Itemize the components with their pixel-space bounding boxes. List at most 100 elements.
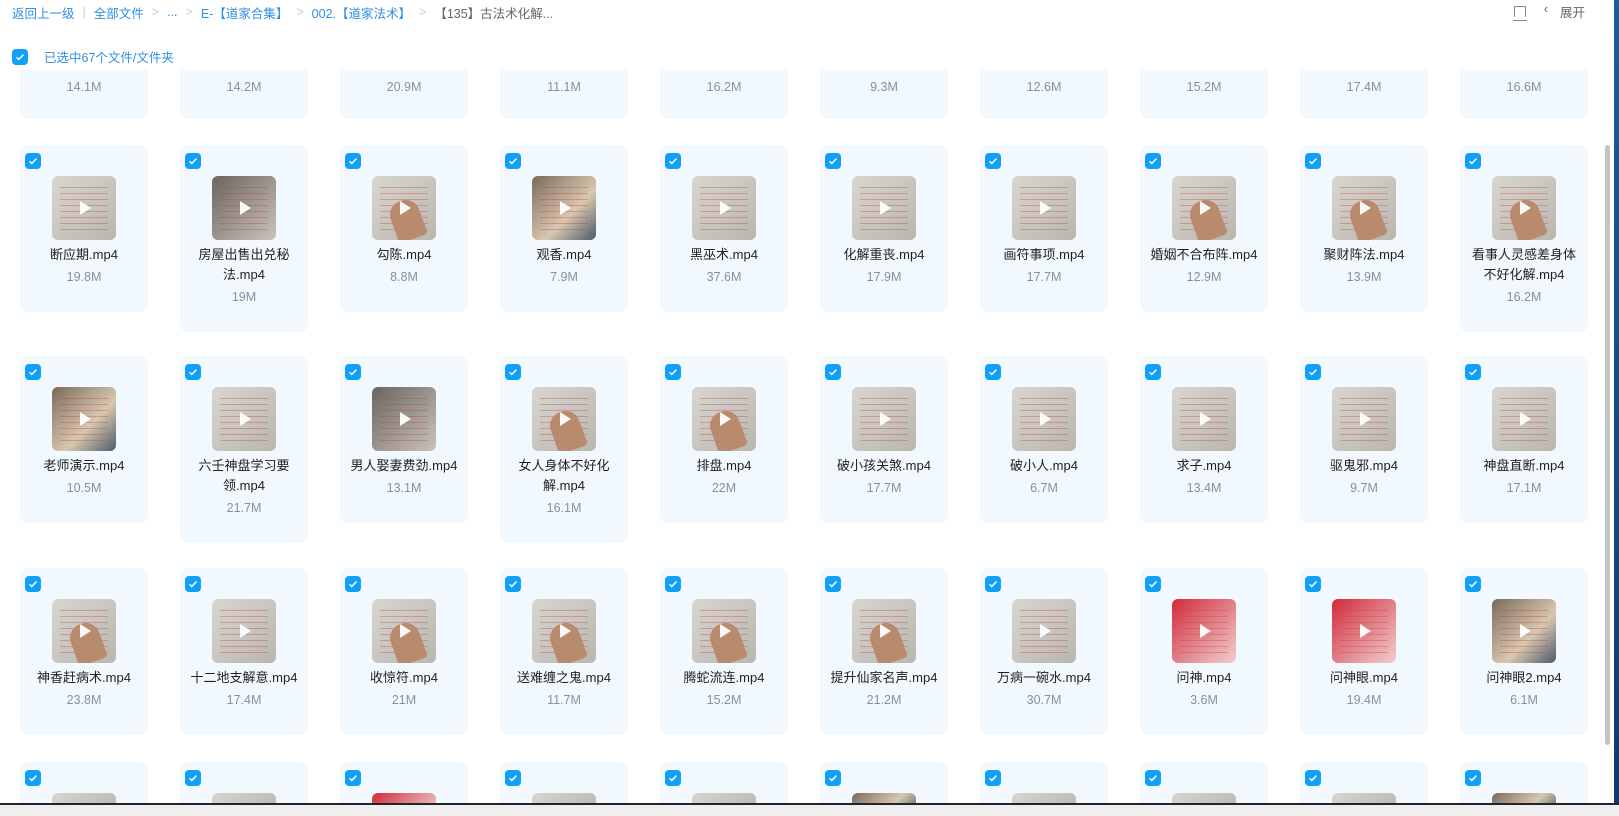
file-checkbox[interactable] bbox=[185, 153, 201, 169]
file-card[interactable]: 老师演示.mp4 10.5M bbox=[20, 356, 148, 523]
file-card[interactable]: 破小孩关煞.mp4 17.7M bbox=[820, 356, 948, 523]
video-thumbnail[interactable] bbox=[852, 599, 916, 663]
file-card[interactable]: 问神眼2.mp4 6.1M bbox=[1460, 568, 1588, 735]
file-checkbox[interactable] bbox=[1465, 364, 1481, 380]
file-checkbox[interactable] bbox=[1465, 153, 1481, 169]
file-name[interactable]: 男人娶妻费劲.mp4 bbox=[346, 456, 462, 476]
file-card[interactable]: 问神.mp4 3.6M bbox=[1140, 568, 1268, 735]
video-thumbnail[interactable] bbox=[1172, 387, 1236, 451]
file-name[interactable]: 看事人灵感差身体不好化解.mp4 bbox=[1466, 245, 1582, 285]
video-thumbnail[interactable] bbox=[1492, 599, 1556, 663]
file-name[interactable]: 破小人.mp4 bbox=[986, 456, 1102, 476]
file-checkbox[interactable] bbox=[1305, 153, 1321, 169]
file-card[interactable]: 断应期.mp4 19.8M bbox=[20, 145, 148, 312]
video-thumbnail[interactable] bbox=[1012, 387, 1076, 451]
file-checkbox[interactable] bbox=[505, 770, 521, 786]
video-thumbnail[interactable] bbox=[532, 387, 596, 451]
file-name[interactable]: 送难缠之鬼.mp4 bbox=[506, 668, 622, 688]
file-checkbox[interactable] bbox=[665, 576, 681, 592]
file-name[interactable]: 房屋出售出兑秘法.mp4 bbox=[186, 245, 302, 285]
video-thumbnail[interactable] bbox=[532, 599, 596, 663]
file-name[interactable]: 聚财阵法.mp4 bbox=[1306, 245, 1422, 265]
file-name[interactable]: 断应期.mp4 bbox=[26, 245, 142, 265]
file-checkbox[interactable] bbox=[1145, 364, 1161, 380]
file-checkbox[interactable] bbox=[345, 364, 361, 380]
file-card[interactable]: 勾陈.mp4 8.8M bbox=[340, 145, 468, 312]
video-thumbnail[interactable] bbox=[1332, 176, 1396, 240]
video-thumbnail[interactable] bbox=[1012, 176, 1076, 240]
file-name[interactable]: 观香.mp4 bbox=[506, 245, 622, 265]
file-name[interactable]: 驱鬼邪.mp4 bbox=[1306, 456, 1422, 476]
file-checkbox[interactable] bbox=[345, 576, 361, 592]
video-thumbnail[interactable] bbox=[52, 599, 116, 663]
file-name[interactable]: 问神眼2.mp4 bbox=[1466, 668, 1582, 688]
file-name[interactable]: 黑巫术.mp4 bbox=[666, 245, 782, 265]
video-thumbnail[interactable] bbox=[532, 176, 596, 240]
file-checkbox[interactable] bbox=[25, 576, 41, 592]
file-name[interactable]: 勾陈.mp4 bbox=[346, 245, 462, 265]
file-checkbox[interactable] bbox=[1145, 770, 1161, 786]
file-card[interactable]: 黑巫术.mp4 37.6M bbox=[660, 145, 788, 312]
video-thumbnail[interactable] bbox=[52, 176, 116, 240]
video-thumbnail[interactable] bbox=[212, 387, 276, 451]
file-name[interactable]: 老师演示.mp4 bbox=[26, 456, 142, 476]
file-checkbox[interactable] bbox=[985, 364, 1001, 380]
file-card[interactable]: 化解重丧.mp4 17.9M bbox=[820, 145, 948, 312]
file-checkbox[interactable] bbox=[985, 153, 1001, 169]
video-thumbnail[interactable] bbox=[212, 176, 276, 240]
file-checkbox[interactable] bbox=[25, 153, 41, 169]
file-card[interactable]: 房屋出售出兑秘法.mp4 19M bbox=[180, 145, 308, 332]
file-checkbox[interactable] bbox=[1305, 576, 1321, 592]
video-thumbnail[interactable] bbox=[1172, 599, 1236, 663]
select-all-checkbox[interactable] bbox=[12, 48, 28, 65]
file-card[interactable]: 神香赶病术.mp4 23.8M bbox=[20, 568, 148, 735]
file-name[interactable]: 求子.mp4 bbox=[1146, 456, 1262, 476]
file-card[interactable]: 破小人.mp4 6.7M bbox=[980, 356, 1108, 523]
file-checkbox[interactable] bbox=[505, 576, 521, 592]
video-thumbnail[interactable] bbox=[1492, 387, 1556, 451]
video-thumbnail[interactable] bbox=[212, 599, 276, 663]
file-name[interactable]: 问神眼.mp4 bbox=[1306, 668, 1422, 688]
video-thumbnail[interactable] bbox=[372, 176, 436, 240]
file-name[interactable]: 腾蛇流连.mp4 bbox=[666, 668, 782, 688]
file-checkbox[interactable] bbox=[1465, 576, 1481, 592]
file-name[interactable]: 六壬神盘学习要领.mp4 bbox=[186, 456, 302, 496]
file-card[interactable]: 神盘直断.mp4 17.1M bbox=[1460, 356, 1588, 523]
breadcrumb-all-files[interactable]: 全部文件 bbox=[94, 3, 144, 22]
file-checkbox[interactable] bbox=[985, 770, 1001, 786]
file-name[interactable]: 婚姻不合布阵.mp4 bbox=[1146, 245, 1262, 265]
file-card[interactable]: 万病一碗水.mp4 30.7M bbox=[980, 568, 1108, 735]
file-name[interactable]: 女人身体不好化解.mp4 bbox=[506, 456, 622, 496]
file-name[interactable]: 十二地支解意.mp4 bbox=[186, 668, 302, 688]
file-card[interactable]: 画符事项.mp4 17.7M bbox=[980, 145, 1108, 312]
file-checkbox[interactable] bbox=[825, 770, 841, 786]
file-card[interactable]: 送难缠之鬼.mp4 11.7M bbox=[500, 568, 628, 735]
file-checkbox[interactable] bbox=[1305, 770, 1321, 786]
video-thumbnail[interactable] bbox=[372, 387, 436, 451]
video-thumbnail[interactable] bbox=[692, 176, 756, 240]
file-card[interactable]: 收惊符.mp4 21M bbox=[340, 568, 468, 735]
file-checkbox[interactable] bbox=[1145, 576, 1161, 592]
file-checkbox[interactable] bbox=[665, 364, 681, 380]
file-checkbox[interactable] bbox=[185, 576, 201, 592]
file-card[interactable]: 驱鬼邪.mp4 9.7M bbox=[1300, 356, 1428, 523]
file-name[interactable]: 神香赶病术.mp4 bbox=[26, 668, 142, 688]
file-card[interactable]: 女人身体不好化解.mp4 16.1M bbox=[500, 356, 628, 543]
file-card[interactable]: 排盘.mp4 22M bbox=[660, 356, 788, 523]
file-card[interactable]: 求子.mp4 13.4M bbox=[1140, 356, 1268, 523]
file-checkbox[interactable] bbox=[25, 770, 41, 786]
file-card[interactable]: 男人娶妻费劲.mp4 13.1M bbox=[340, 356, 468, 523]
file-name[interactable]: 神盘直断.mp4 bbox=[1466, 456, 1582, 476]
file-card[interactable]: 观香.mp4 7.9M bbox=[500, 145, 628, 312]
file-name[interactable]: 问神.mp4 bbox=[1146, 668, 1262, 688]
file-name[interactable]: 收惊符.mp4 bbox=[346, 668, 462, 688]
file-name[interactable]: 画符事项.mp4 bbox=[986, 245, 1102, 265]
video-thumbnail[interactable] bbox=[1492, 176, 1556, 240]
scrollbar-thumb[interactable] bbox=[1605, 145, 1610, 745]
breadcrumb-folder-e[interactable]: E-【道家合集】 bbox=[201, 3, 289, 22]
file-card[interactable]: 十二地支解意.mp4 17.4M bbox=[180, 568, 308, 735]
video-thumbnail[interactable] bbox=[52, 387, 116, 451]
video-thumbnail[interactable] bbox=[1332, 599, 1396, 663]
breadcrumb-folder-002[interactable]: 002.【道家法术】 bbox=[312, 3, 411, 22]
file-name[interactable]: 排盘.mp4 bbox=[666, 456, 782, 476]
